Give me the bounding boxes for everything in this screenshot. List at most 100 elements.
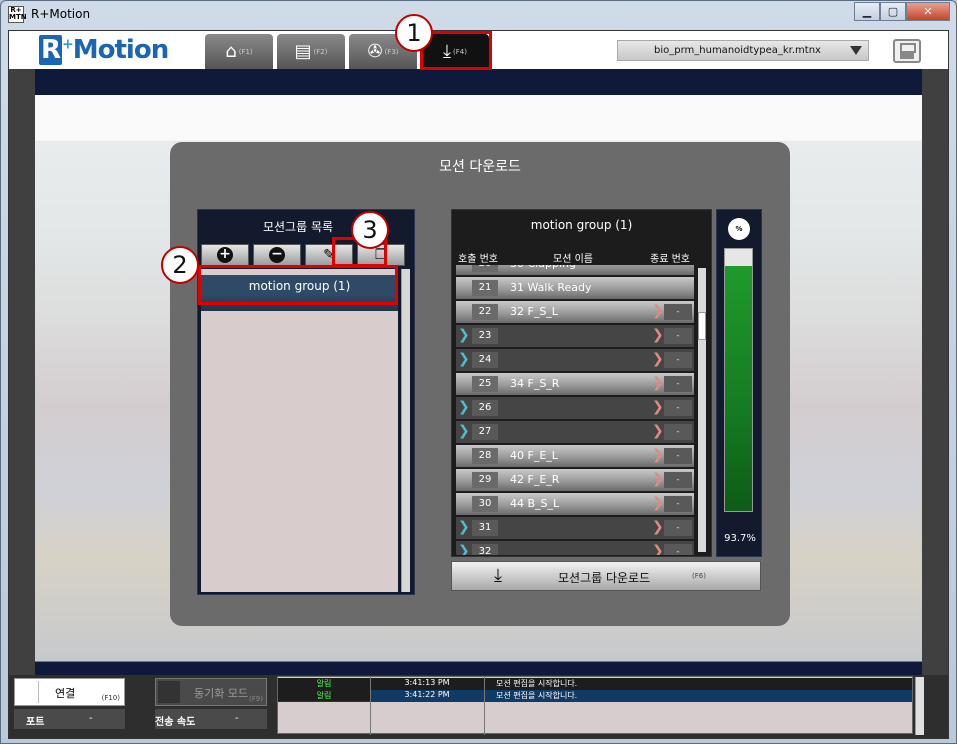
call-number: 30: [472, 496, 498, 512]
header-motion-name: 모션 이름: [553, 254, 593, 265]
call-number: 21: [472, 280, 498, 296]
callout-3: 3: [351, 211, 389, 249]
app-icon: R+ MTN: [8, 6, 27, 23]
save-icon[interactable]: [893, 39, 921, 63]
end-number[interactable]: -: [664, 376, 692, 392]
end-chevron-icon[interactable]: ❯: [652, 375, 664, 392]
panel-title: 모션 다운로드: [439, 159, 521, 175]
app-window: R+ MTN R+Motion ▁ ▢ ✕ R +Motion ⌂ (F1) ▤ (…: [0, 0, 957, 744]
call-chevron-icon[interactable]: ❯: [458, 543, 470, 555]
call-number: 28: [472, 448, 498, 464]
memory-gauge-panel: % 93.7%: [716, 209, 762, 557]
end-number[interactable]: -: [664, 400, 692, 416]
call-chevron-icon[interactable]: ❯: [458, 327, 470, 344]
motion-list-scrollbar[interactable]: [698, 268, 706, 552]
log-panel: 알림 3:41:13 PM 모션 편집을 시작합니다. 알림 3:41:22 P…: [277, 676, 924, 735]
group-list: motion group (1): [201, 269, 398, 592]
add-group-button[interactable]: +: [201, 244, 249, 266]
end-chevron-icon[interactable]: ❯: [652, 327, 664, 344]
end-number[interactable]: -: [664, 328, 692, 344]
table-row[interactable]: 22 32 F_S_L ❯ -: [456, 301, 694, 323]
title-bar: R+ MTN R+Motion ▁ ▢ ✕: [1, 1, 956, 29]
call-number: 23: [472, 328, 498, 344]
log-row: 알림 3:41:13 PM 모션 편집을 시작합니다.: [278, 678, 912, 690]
call-number: 32: [472, 544, 498, 555]
film-icon: ▤: [294, 41, 312, 62]
table-row[interactable]: ❯ 31 ❯ -: [456, 517, 694, 539]
end-chevron-icon[interactable]: ❯: [652, 303, 664, 320]
call-number: 31: [472, 520, 498, 536]
motion-name: 44 B_S_L: [510, 497, 560, 510]
tab-motion-edit[interactable]: ▤ (F2): [277, 34, 345, 69]
motion-name: 32 F_S_L: [510, 305, 558, 318]
baud-rate-field: 전송 속도 -: [155, 709, 267, 729]
port-field: 포트 -: [14, 709, 125, 729]
call-chevron-icon[interactable]: ❯: [458, 399, 470, 416]
call-chevron-icon[interactable]: ❯: [458, 423, 470, 440]
motion-name: 31 Walk Ready: [510, 281, 592, 294]
table-row[interactable]: 29 42 F_E_R ❯ -: [456, 469, 694, 491]
percent-pie-icon: %: [728, 218, 750, 240]
motion-name: 30 Clapping: [510, 265, 576, 270]
table-row[interactable]: ❯ 26 ❯ -: [456, 397, 694, 419]
end-chevron-icon[interactable]: ❯: [652, 471, 664, 488]
end-chevron-icon[interactable]: ❯: [652, 351, 664, 368]
rplus-logo: R +Motion: [39, 35, 169, 65]
end-number[interactable]: -: [664, 352, 692, 368]
window-title: R+Motion: [31, 7, 91, 21]
minimize-button[interactable]: ▁: [854, 2, 880, 21]
connect-button[interactable]: 연결 (F10): [14, 678, 125, 706]
call-number: 22: [472, 304, 498, 320]
table-row[interactable]: ❯ 24 ❯ -: [456, 349, 694, 371]
end-number[interactable]: -: [664, 448, 692, 464]
end-chevron-icon[interactable]: ❯: [652, 423, 664, 440]
log-scrollbar[interactable]: [915, 677, 924, 735]
call-number: 25: [472, 376, 498, 392]
table-row[interactable]: ❯ 27 ❯ -: [456, 421, 694, 443]
maximize-button[interactable]: ▢: [880, 2, 906, 21]
call-number: 27: [472, 424, 498, 440]
table-row[interactable]: 21 31 Walk Ready: [456, 277, 694, 299]
table-row[interactable]: ❯ 32 ❯ -: [456, 541, 694, 555]
header-end-number: 종료 번호: [650, 254, 690, 265]
close-button[interactable]: ✕: [906, 2, 950, 21]
status-bar: 연결 (F10) 동기화 모드 (F9) 포트 - 전송 속도 - 알림 3:4…: [9, 675, 948, 738]
sync-mode-button[interactable]: 동기화 모드 (F9): [155, 678, 267, 706]
end-number[interactable]: -: [664, 544, 692, 555]
top-band: [35, 69, 922, 95]
file-select[interactable]: bio_prm_humanoidtypea_kr.mtnx: [617, 40, 869, 61]
end-number[interactable]: -: [664, 472, 692, 488]
call-number: 26: [472, 400, 498, 416]
header-call-number: 호출 번호: [458, 254, 498, 265]
table-row[interactable]: 25 34 F_S_R ❯ -: [456, 373, 694, 395]
end-number[interactable]: -: [664, 424, 692, 440]
remove-group-button[interactable]: −: [253, 244, 301, 266]
end-number[interactable]: -: [664, 304, 692, 320]
end-chevron-icon[interactable]: ❯: [652, 495, 664, 512]
remove-icon: −: [269, 247, 285, 263]
scrollbar-thumb[interactable]: [698, 312, 706, 340]
download-icon: ⤓: [494, 565, 502, 586]
table-row[interactable]: 28 40 F_E_L ❯ -: [456, 445, 694, 467]
tab-home[interactable]: ⌂ (F1): [205, 34, 273, 69]
call-number: 24: [472, 352, 498, 368]
table-row[interactable]: 20 30 Clapping: [456, 265, 694, 275]
call-number: 29: [472, 472, 498, 488]
call-chevron-icon[interactable]: ❯: [458, 519, 470, 536]
download-group-button[interactable]: ⤓ 모션그룹 다운로드 (F6): [451, 561, 761, 591]
end-chevron-icon[interactable]: ❯: [652, 543, 664, 555]
call-number: 20: [472, 265, 498, 272]
table-row[interactable]: 30 44 B_S_L ❯ -: [456, 493, 694, 515]
end-number[interactable]: -: [664, 520, 692, 536]
table-row[interactable]: ❯ 23 ❯ -: [456, 325, 694, 347]
log-divider: [370, 677, 371, 735]
end-number[interactable]: -: [664, 496, 692, 512]
group-list-scrollbar[interactable]: [401, 269, 410, 592]
call-chevron-icon[interactable]: ❯: [458, 351, 470, 368]
connect-indicator: [17, 681, 39, 703]
motion-name: 40 F_E_L: [510, 449, 558, 462]
end-chevron-icon[interactable]: ❯: [652, 447, 664, 464]
end-chevron-icon[interactable]: ❯: [652, 519, 664, 536]
callout-2: 2: [161, 246, 199, 284]
end-chevron-icon[interactable]: ❯: [652, 399, 664, 416]
